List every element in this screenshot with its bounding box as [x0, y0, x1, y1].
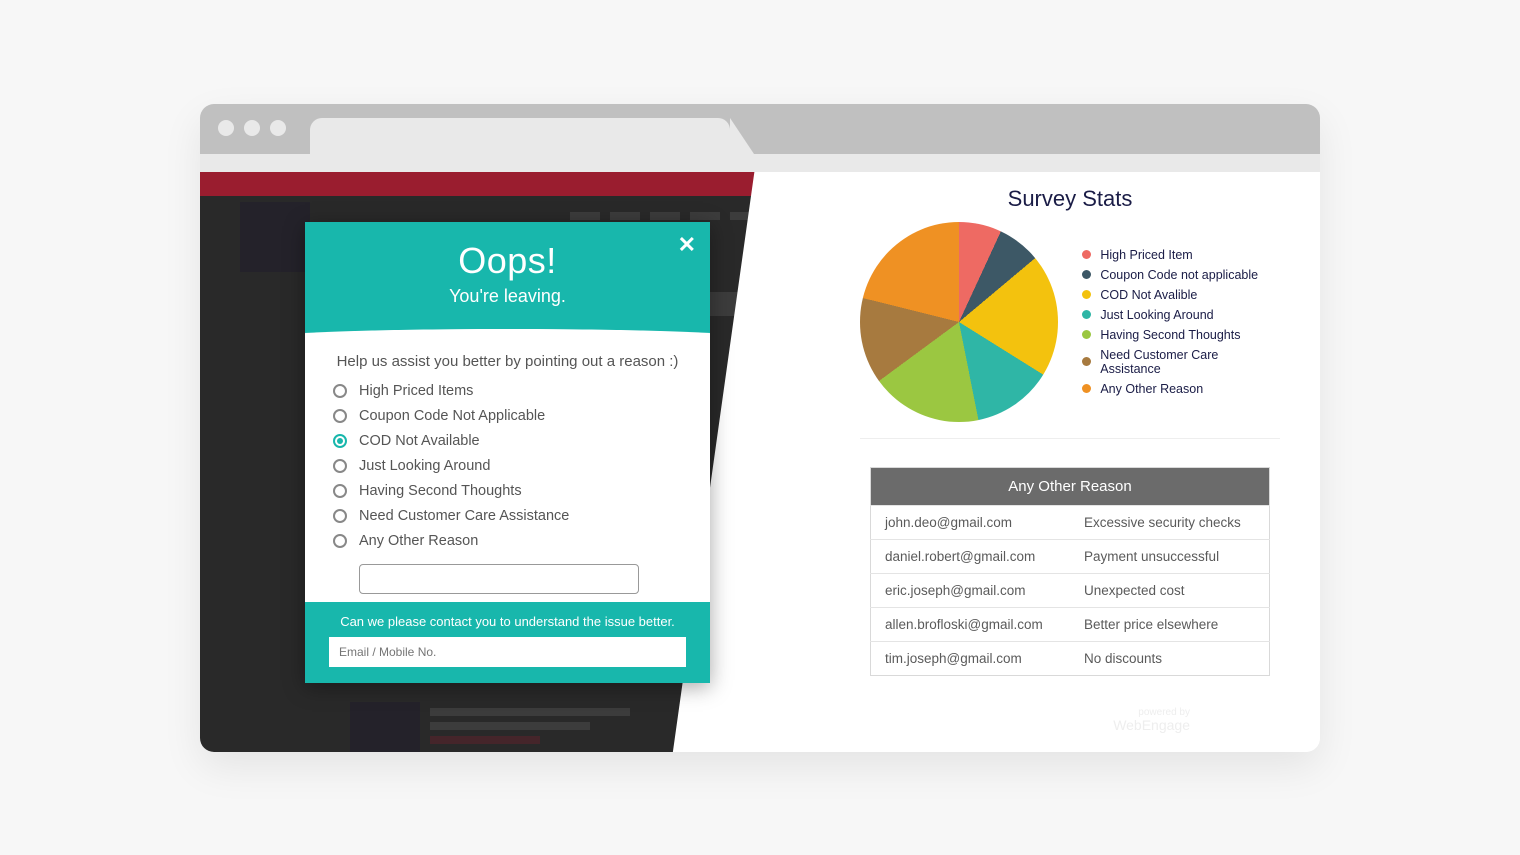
stats-title: Survey Stats — [860, 186, 1280, 212]
contact-input[interactable] — [329, 637, 686, 667]
radio-icon[interactable] — [333, 459, 347, 473]
table-header: Any Other Reason — [871, 467, 1270, 505]
legend-swatch — [1082, 270, 1091, 279]
table-row: tim.joseph@gmail.comNo discounts — [871, 641, 1270, 675]
cell-email: daniel.robert@gmail.com — [871, 539, 1071, 573]
table-row: daniel.robert@gmail.comPayment unsuccess… — [871, 539, 1270, 573]
survey-option[interactable]: Coupon Code Not Applicable — [333, 408, 682, 424]
legend-label: Any Other Reason — [1100, 382, 1203, 396]
exit-survey-modal: ✕ Oops! You're leaving. Help us assist y… — [305, 222, 710, 684]
legend-item: Any Other Reason — [1082, 382, 1280, 396]
radio-icon[interactable] — [333, 534, 347, 548]
survey-option[interactable]: COD Not Available — [333, 433, 682, 449]
window-dot — [218, 120, 234, 136]
radio-icon[interactable] — [333, 384, 347, 398]
browser-titlebar — [200, 104, 1320, 154]
modal-subtitle: You're leaving. — [315, 286, 700, 307]
chart-legend: High Priced Item Coupon Code not applicab… — [1082, 248, 1280, 396]
legend-swatch — [1082, 290, 1091, 299]
option-label: Coupon Code Not Applicable — [359, 408, 545, 424]
survey-option[interactable]: Having Second Thoughts — [333, 483, 682, 499]
legend-swatch — [1082, 250, 1091, 259]
table-row: eric.joseph@gmail.comUnexpected cost — [871, 573, 1270, 607]
chart-row: High Priced Item Coupon Code not applicab… — [860, 222, 1280, 439]
legend-label: COD Not Avalible — [1100, 288, 1197, 302]
legend-label: Coupon Code not applicable — [1100, 268, 1258, 282]
survey-option[interactable]: Just Looking Around — [333, 458, 682, 474]
cell-reason: Unexpected cost — [1070, 573, 1270, 607]
radio-icon[interactable] — [333, 409, 347, 423]
window-dot — [244, 120, 260, 136]
other-reason-input[interactable] — [359, 564, 639, 594]
legend-item: Need Customer Care Assistance — [1082, 348, 1280, 376]
cell-email: eric.joseph@gmail.com — [871, 573, 1071, 607]
table-row: allen.brofloski@gmail.comBetter price el… — [871, 607, 1270, 641]
window-dot — [270, 120, 286, 136]
stats-panel: Survey Stats High Priced Item Coupon Code… — [840, 172, 1320, 752]
cell-email: john.deo@gmail.com — [871, 505, 1071, 539]
option-label: Just Looking Around — [359, 458, 490, 474]
radio-icon[interactable] — [333, 484, 347, 498]
legend-item: Coupon Code not applicable — [1082, 268, 1280, 282]
modal-footer: Can we please contact you to understand … — [305, 602, 710, 683]
page-content: ✕ Oops! You're leaving. Help us assist y… — [200, 172, 1320, 752]
legend-swatch — [1082, 357, 1091, 366]
browser-tab[interactable] — [310, 118, 730, 154]
legend-swatch — [1082, 310, 1091, 319]
legend-label: Having Second Thoughts — [1100, 328, 1240, 342]
legend-item: Just Looking Around — [1082, 308, 1280, 322]
legend-label: High Priced Item — [1100, 248, 1192, 262]
legend-item: Having Second Thoughts — [1082, 328, 1280, 342]
legend-swatch — [1082, 384, 1091, 393]
legend-item: High Priced Item — [1082, 248, 1280, 262]
browser-window: ✕ Oops! You're leaving. Help us assist y… — [200, 104, 1320, 752]
cell-reason: Better price elsewhere — [1070, 607, 1270, 641]
survey-option[interactable]: Need Customer Care Assistance — [333, 508, 682, 524]
legend-label: Need Customer Care Assistance — [1100, 348, 1280, 376]
cell-email: allen.brofloski@gmail.com — [871, 607, 1071, 641]
legend-swatch — [1082, 330, 1091, 339]
cell-reason: Payment unsuccessful — [1070, 539, 1270, 573]
table-row: john.deo@gmail.comExcessive security che… — [871, 505, 1270, 539]
survey-option[interactable]: High Priced Items — [333, 383, 682, 399]
cell-reason: No discounts — [1070, 641, 1270, 675]
modal-prompt: Help us assist you better by pointing ou… — [333, 351, 682, 374]
modal-body: Help us assist you better by pointing ou… — [305, 337, 710, 603]
close-icon[interactable]: ✕ — [678, 232, 696, 258]
radio-icon[interactable] — [333, 509, 347, 523]
option-label: Need Customer Care Assistance — [359, 508, 569, 524]
contact-prompt: Can we please contact you to understand … — [329, 614, 686, 629]
radio-icon[interactable] — [333, 434, 347, 448]
option-label: High Priced Items — [359, 383, 473, 399]
survey-options: High Priced Items Coupon Code Not Applica… — [333, 383, 682, 594]
other-reasons-table: Any Other Reason john.deo@gmail.comExces… — [870, 467, 1270, 676]
option-label: Any Other Reason — [359, 533, 478, 549]
survey-option[interactable]: Any Other Reason — [333, 533, 682, 549]
option-label: COD Not Available — [359, 433, 480, 449]
window-controls — [218, 120, 286, 136]
browser-toolbar — [200, 154, 1320, 172]
cell-reason: Excessive security checks — [1070, 505, 1270, 539]
legend-label: Just Looking Around — [1100, 308, 1213, 322]
other-reasons-section: Any Other Reason john.deo@gmail.comExces… — [860, 467, 1280, 676]
cell-email: tim.joseph@gmail.com — [871, 641, 1071, 675]
option-label: Having Second Thoughts — [359, 483, 522, 499]
legend-item: COD Not Avalible — [1082, 288, 1280, 302]
modal-title: Oops! — [315, 240, 700, 282]
modal-header: ✕ Oops! You're leaving. — [305, 222, 710, 337]
pie-chart — [860, 222, 1058, 422]
